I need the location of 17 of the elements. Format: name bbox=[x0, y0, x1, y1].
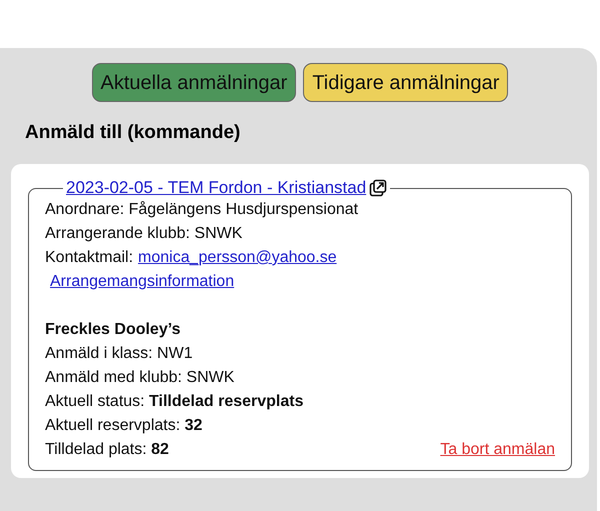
event-link[interactable]: 2023-02-05 - TEM Fordon - Kristianstad bbox=[66, 178, 366, 198]
tab[interactable]: Aktuella anmälningar bbox=[92, 63, 296, 102]
dog-name: Freckles Dooley’s bbox=[45, 320, 182, 340]
detail-text: Anmäld i klass: NW1 bbox=[45, 344, 194, 364]
info-text: Arrangerande klubb: SNWK bbox=[45, 224, 244, 244]
remove-link[interactable]: Ta bort anmälan bbox=[440, 438, 555, 462]
info-text: Anordnare: Fågelängens Husdjurspensionat bbox=[45, 200, 360, 220]
detail-text: Anmäld med klubb: SNWK bbox=[45, 368, 236, 388]
detail-text: Aktuell status: Tilldelad reservplats bbox=[45, 392, 304, 412]
section-heading: Anmäld till (kommande) bbox=[25, 122, 242, 144]
contact-label: Kontaktmail: bbox=[45, 249, 134, 266]
detail-text: Tilldelad plats: 82 bbox=[45, 440, 170, 460]
tab[interactable]: Tidigare anmälningar bbox=[303, 63, 508, 102]
email-link[interactable]: monica_persson@yahoo.se bbox=[138, 249, 337, 266]
info-link[interactable]: Arrangemangsinformation bbox=[50, 273, 234, 290]
detail-text: Aktuell reservplats: 32 bbox=[45, 416, 204, 436]
external-link-icon[interactable] bbox=[369, 179, 388, 197]
